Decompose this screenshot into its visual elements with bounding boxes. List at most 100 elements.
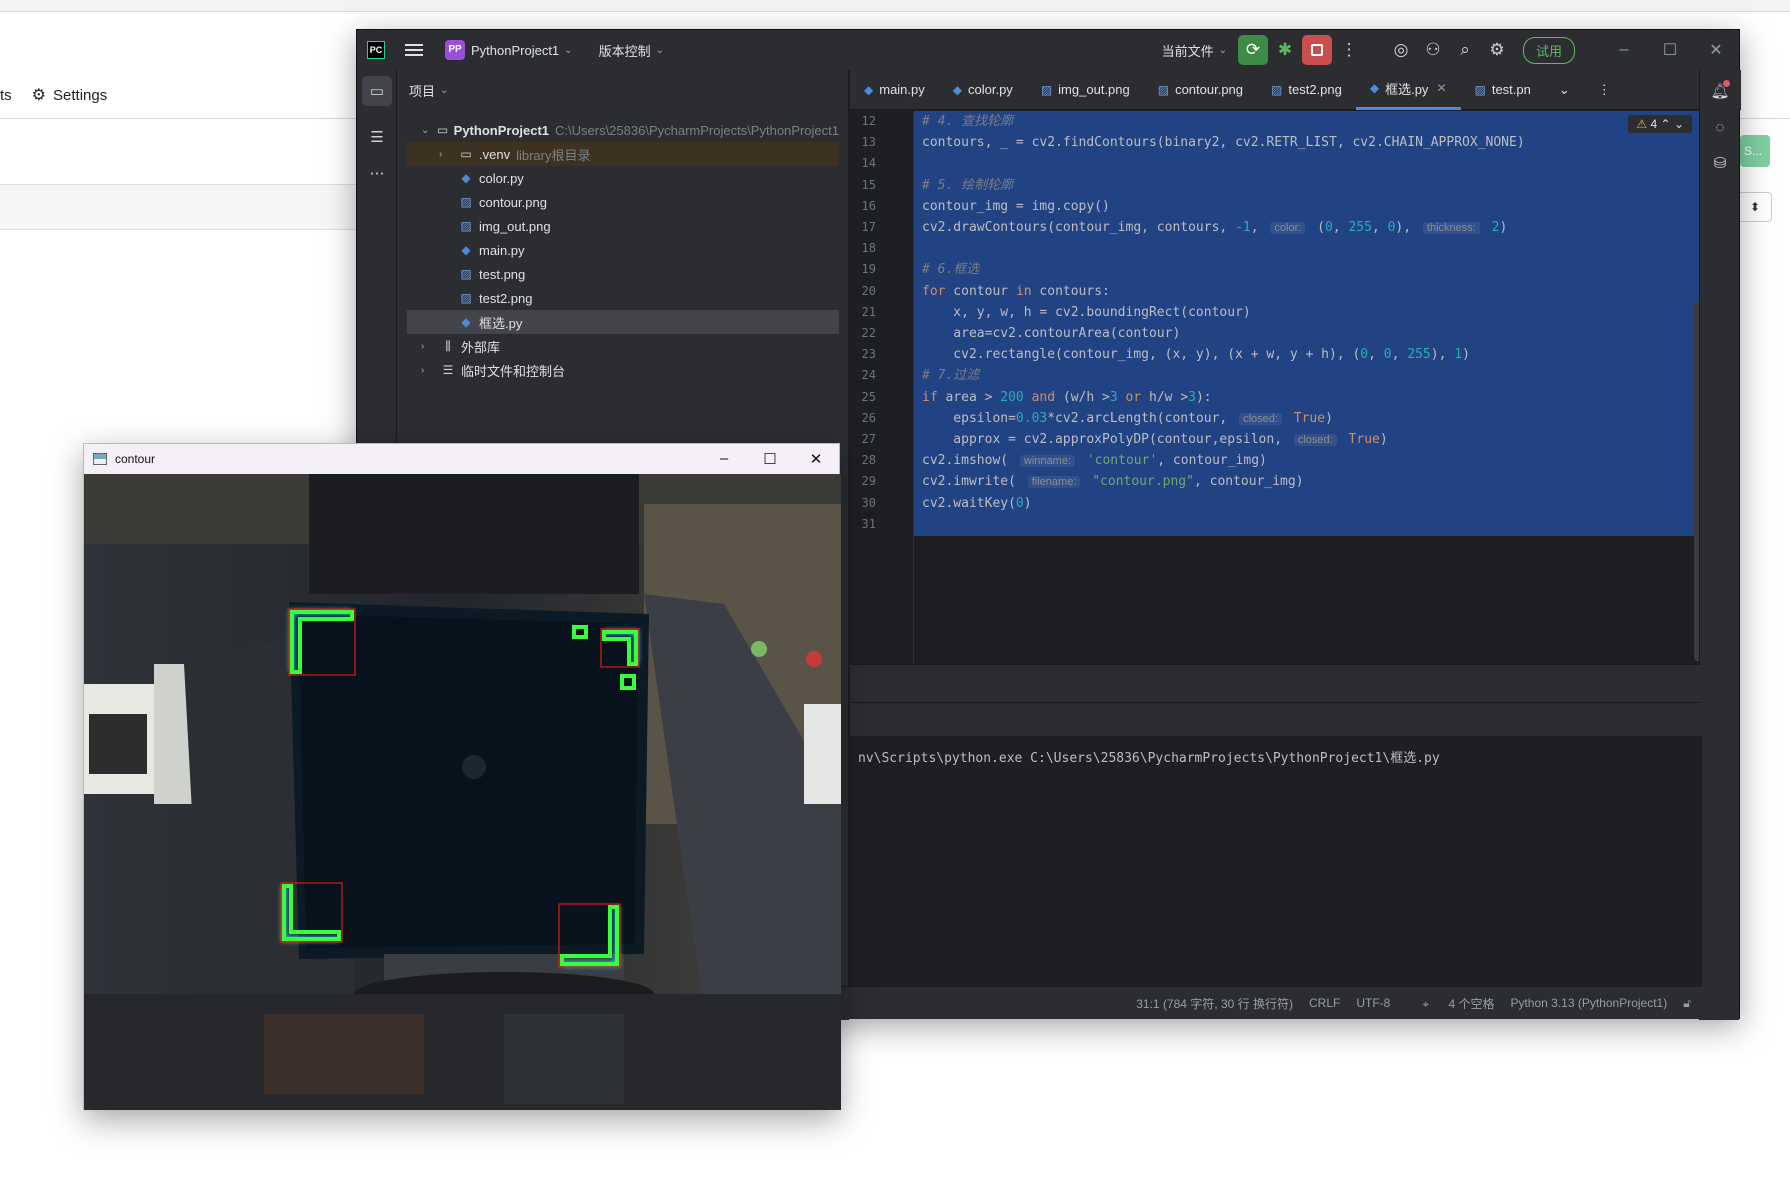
python-file-icon: ◆: [461, 243, 471, 257]
gear-icon[interactable]: ⚙: [1481, 34, 1513, 66]
editor-tab[interactable]: ▨ img_out.png: [1027, 70, 1144, 110]
indent-setting[interactable]: ⌖ 4 个空格: [1406, 995, 1494, 1012]
rerun-button[interactable]: ⟳: [1237, 34, 1269, 66]
code-line: # 7.过滤: [922, 368, 980, 384]
ai-assistant-icon[interactable]: ◎: [1385, 34, 1417, 66]
image-file-icon: ▨: [1474, 82, 1486, 97]
code-line: for contour in contours:: [922, 283, 1110, 299]
notifications-icon[interactable]: 🔔︎: [1705, 76, 1735, 106]
image-file-icon: ▨: [1040, 82, 1053, 97]
run-config-selector[interactable]: 当前文件 ⌄: [1162, 41, 1227, 60]
interpreter-selector[interactable]: Python 3.13 (PythonProject1): [1510, 996, 1667, 1010]
tree-item[interactable]: ◆ 框选.py: [407, 310, 839, 334]
tab-options-icon[interactable]: ⋮: [1584, 70, 1625, 110]
expand-arrow-icon[interactable]: ›: [421, 341, 439, 352]
vcs-menu[interactable]: 版本控制 ⌄: [599, 41, 664, 60]
trial-badge[interactable]: 试用: [1522, 36, 1575, 64]
library-icon: ⫼: [445, 338, 451, 353]
action-button[interactable]: S...: [1740, 135, 1770, 167]
run-panel-header: [850, 664, 1702, 702]
contour-image: [84, 474, 841, 1110]
editor-tab[interactable]: ▨ contour.png: [1144, 70, 1257, 110]
python-file-icon: ◆: [952, 82, 962, 97]
ai-chat-icon[interactable]: ◌: [1705, 112, 1735, 142]
chevron-down-icon: ⌄: [1218, 44, 1227, 56]
line-number: 16: [861, 198, 876, 213]
code-line: approx = cv2.approxPolyDP(contour,epsilo…: [922, 432, 1388, 447]
python-file-icon: ◆: [1369, 81, 1380, 95]
line-number: 20: [861, 283, 876, 298]
tree-item[interactable]: ⌄ ▭ PythonProject1 C:\Users\25836\PycharmPr…: [407, 118, 839, 142]
tree-item[interactable]: ▨ test.png: [407, 262, 839, 286]
search-icon[interactable]: ⌕: [1449, 34, 1481, 66]
tree-item[interactable]: ▨ img_out.png: [407, 214, 839, 238]
more-tools-icon[interactable]: ⋯: [362, 158, 392, 188]
tab-label: test.pn: [1491, 82, 1531, 97]
nav-item-partial[interactable]: ts: [0, 87, 12, 104]
more-actions-icon[interactable]: ⋮: [1333, 34, 1365, 66]
project-selector[interactable]: PP PythonProject1 ⌄: [445, 40, 573, 60]
tree-item-label: img_out.png: [479, 218, 551, 234]
project-panel-title: 项目: [409, 83, 436, 99]
line-number: 15: [861, 177, 876, 192]
structure-tool-icon[interactable]: ☰: [362, 122, 392, 152]
add-user-icon[interactable]: ⚇: [1417, 34, 1449, 66]
tree-item[interactable]: › ⫼ 外部库: [407, 334, 839, 358]
tree-item[interactable]: ◆ main.py: [407, 238, 839, 262]
code-line: contour_img = img.copy(): [922, 198, 1110, 214]
code-editor[interactable]: 12 13 14 15 16 17 18 19 20 21 22 23 24 25 26 27 28 29 30 31…: [850, 111, 1702, 664]
tree-item[interactable]: ◆ color.py: [407, 166, 839, 190]
file-encoding[interactable]: UTF-8: [1356, 996, 1390, 1010]
close-icon[interactable]: ✕: [793, 450, 839, 468]
debug-icon[interactable]: ✱: [1269, 34, 1301, 66]
close-tab-icon[interactable]: ✕: [1436, 81, 1446, 95]
tree-item-label: .venv: [479, 146, 511, 162]
tree-item-label: 外部库: [461, 339, 501, 355]
tree-item[interactable]: ▨ test2.png: [407, 286, 839, 310]
maximize-icon[interactable]: ☐: [747, 450, 793, 468]
code-line: cv2.rectangle(contour_img, (x, y), (x + …: [922, 347, 1470, 363]
notification-dot: [1723, 80, 1730, 87]
database-icon[interactable]: ⛁: [1705, 148, 1735, 178]
minimize-icon[interactable]: –: [701, 450, 747, 468]
minimize-icon[interactable]: –: [1601, 41, 1647, 59]
line-number: 27: [861, 432, 876, 446]
tree-item-label: color.py: [479, 170, 524, 186]
project-panel-header[interactable]: 项目 ⌄: [397, 70, 848, 110]
close-icon[interactable]: ✕: [1693, 40, 1739, 60]
editor-tab[interactable]: ◆ main.py: [850, 70, 939, 110]
tree-item[interactable]: ▨ contour.png: [407, 190, 839, 214]
nav-settings-link[interactable]: Settings: [53, 87, 107, 104]
line-number: 17: [861, 220, 876, 234]
main-menu-icon[interactable]: [405, 41, 423, 59]
code-line: if area > 200 and (w/h >3 or h/w >3):: [922, 389, 1212, 405]
expand-arrow-icon[interactable]: ›: [439, 149, 457, 160]
folder-annotation: library根目录: [516, 147, 591, 163]
code-line: cv2.imwrite( filename: "contour.png", co…: [922, 474, 1304, 490]
project-tool-icon[interactable]: ▭: [362, 76, 392, 106]
line-number: 19: [861, 262, 876, 277]
chevron-down-icon: ⌄: [440, 84, 449, 96]
tab-label: img_out.png: [1058, 82, 1130, 97]
sort-select[interactable]: ⬍: [1738, 192, 1772, 222]
code-line: # 6.框选: [922, 262, 980, 278]
expand-arrow-icon[interactable]: ⌄: [421, 125, 435, 136]
editor-tab[interactable]: ▨ test2.png: [1257, 70, 1356, 110]
line-gutter: 12 13 14 15 16 17 18 19 20 21 22 23 24 25 26 27 28 29 30 31: [850, 111, 914, 664]
editor-tab[interactable]: ▨ test.pn: [1461, 70, 1545, 110]
expand-arrow-icon[interactable]: ›: [421, 365, 439, 376]
run-console-output[interactable]: nv\Scripts\python.exe C:\Users\25836\Pyc…: [850, 736, 1702, 986]
editor-tab[interactable]: ◆ color.py: [939, 70, 1027, 110]
tree-item[interactable]: › ▭ .venv library根目录: [407, 142, 839, 166]
lock-icon[interactable]: 🔓︎: [1683, 996, 1691, 1011]
tree-item[interactable]: › ☰ 临时文件和控制台: [407, 358, 839, 382]
stop-button[interactable]: [1301, 34, 1333, 66]
line-number: 21: [861, 304, 876, 319]
maximize-icon[interactable]: ☐: [1647, 40, 1693, 60]
editor-tab[interactable]: ◆ 框选.py ✕: [1355, 70, 1461, 110]
tab-list-icon[interactable]: ⌄: [1545, 70, 1584, 110]
line-separator[interactable]: CRLF: [1309, 996, 1340, 1010]
caret-position[interactable]: 31:1 (784 字符, 30 行 换行符): [1136, 995, 1293, 1012]
chevron-down-icon: ⌄: [655, 44, 664, 56]
inspection-badge[interactable]: ⚠ 4 ⌃ ⌄: [1628, 115, 1692, 133]
